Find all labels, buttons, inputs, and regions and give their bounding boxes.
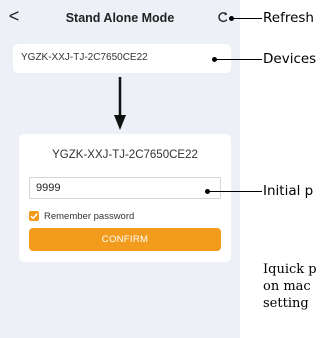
password-callout-line (208, 191, 262, 192)
remember-password-checkbox[interactable] (29, 211, 39, 221)
top-bar: < Stand Alone Mode (0, 0, 240, 40)
checkmark-icon (30, 213, 38, 220)
note-line: on mac (263, 279, 311, 294)
remember-password-option[interactable]: Remember password (29, 209, 134, 223)
login-card: YGZK-XXJ-TJ-2C7650CE22 Remember password… (19, 134, 231, 262)
chevron-left-icon: < (8, 6, 20, 26)
note-line: Iquick p (263, 262, 317, 277)
device-list-item[interactable]: YGZK-XXJ-TJ-2C7650CE22 (13, 44, 231, 73)
app-screen: < Stand Alone Mode YGZK-XXJ-TJ-2C7650CE2… (0, 0, 240, 338)
devices-callout-label: Devices (263, 51, 317, 67)
password-callout-label: Initial p (263, 183, 314, 199)
devices-callout-line (215, 59, 262, 60)
refresh-button[interactable] (216, 10, 230, 24)
confirm-button[interactable]: CONFIRM (29, 228, 221, 251)
back-button[interactable]: < (4, 6, 24, 26)
note-line: setting (263, 296, 309, 311)
refresh-callout-label: Refresh (263, 10, 314, 26)
login-device-name: YGZK-XXJ-TJ-2C7650CE22 (52, 149, 198, 161)
page-title: Stand Alone Mode (65, 11, 175, 25)
device-list-item-name: YGZK-XXJ-TJ-2C7650CE22 (21, 52, 148, 63)
refresh-callout-line (232, 18, 262, 19)
refresh-icon (218, 12, 228, 23)
password-input[interactable] (29, 177, 221, 199)
note-text: Iquick p on mac setting (263, 261, 317, 312)
remember-password-label: Remember password (44, 210, 135, 222)
down-arrow-icon (114, 77, 126, 130)
